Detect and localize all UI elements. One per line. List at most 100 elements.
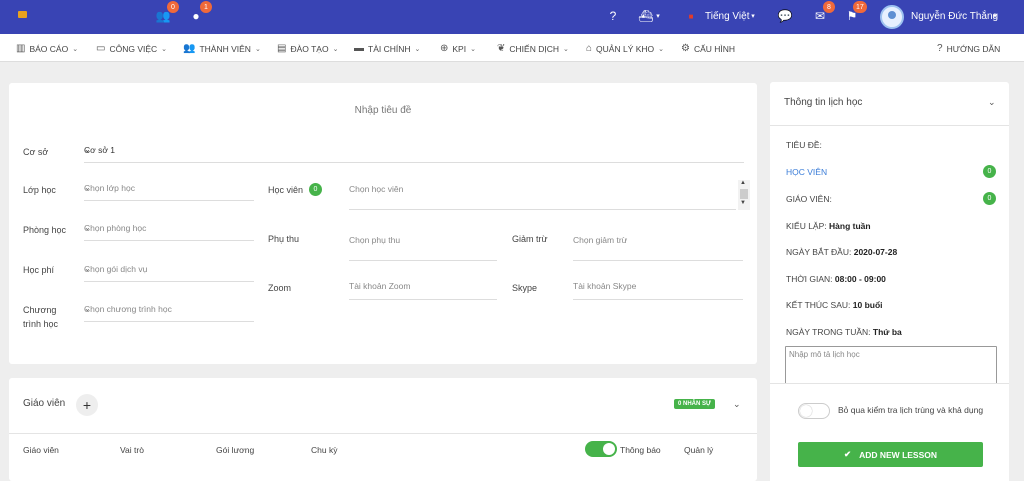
phu-thu-select[interactable]: Chọn phụ thu: [349, 231, 497, 261]
menu-cong-viec[interactable]: ▭ CÔNG VIỆC ⌄: [96, 43, 167, 54]
add-teacher-button[interactable]: +: [76, 394, 98, 416]
lop-hoc-select[interactable]: Chọn lớp học ⌄: [84, 179, 254, 201]
zoom-label: Zoom: [268, 283, 292, 293]
chevron-down-icon[interactable]: ⌄: [988, 97, 996, 108]
target-icon: ⊕: [440, 43, 449, 54]
board-icon: ▤: [277, 43, 287, 54]
hoc-phi-select[interactable]: Chọn gói dịch vụ ⌄: [84, 260, 254, 282]
vietnam-flag-icon: ■: [688, 11, 694, 21]
menu-chien-dich[interactable]: ❦ CHIẾN DỊCH ⌄: [497, 43, 569, 54]
chuong-trinh-label-2: trình học: [23, 319, 59, 329]
chevron-down-icon[interactable]: ▾: [746, 9, 760, 23]
phu-thu-label: Phụ thu: [268, 234, 300, 244]
staff-count-badge: 0 NHÂN SỰ: [674, 399, 715, 409]
hoc-vien-label: Học viên: [268, 185, 304, 195]
phong-hoc-label: Phòng học: [23, 225, 67, 235]
messages-icon[interactable]: 💬: [778, 9, 793, 23]
menu-bao-cao[interactable]: ▥ BÁO CÁO ⌄: [16, 43, 78, 54]
kieu-lap-value: Hàng tuần: [829, 221, 871, 231]
info-ngay-bat-dau: NGÀY BẮT ĐẦU: 2020-07-28: [786, 247, 897, 257]
col-giao-vien: Giáo viên: [23, 445, 59, 455]
giam-tru-placeholder: Chọn giảm trừ: [573, 235, 628, 245]
chevron-down-icon: ⌄: [332, 45, 339, 53]
info-tieu-de: TIÊU ĐỀ:: [786, 140, 822, 150]
hoc-vien-count-badge: 0: [983, 165, 996, 178]
menu-cau-hinh[interactable]: ⚙ CẤU HÌNH: [681, 43, 735, 54]
language-selector[interactable]: Tiếng Việt: [705, 11, 749, 22]
description-textarea[interactable]: Nhập mô tả lịch học: [785, 346, 997, 384]
menu-quan-ly-kho[interactable]: ⌂ QUẢN LÝ KHO ⌄: [586, 43, 664, 54]
divider: [770, 125, 1009, 126]
giao-vien-count-badge: 0: [983, 192, 996, 205]
chevron-down-icon: ⌄: [84, 145, 91, 154]
teacher-card: Giáo viên + 0 NHÂN SỰ ⌄ Giáo viên Vai tr…: [9, 378, 757, 481]
menu-label: ĐÀO TẠO: [290, 43, 329, 54]
chart-icon: ▥: [16, 43, 26, 54]
skype-input[interactable]: Tài khoản Skype: [573, 277, 743, 300]
chevron-down-icon[interactable]: ⌄: [733, 399, 741, 410]
flag-badge: 17: [853, 1, 867, 13]
menu-help[interactable]: ? HƯỚNG DẪN: [937, 43, 1000, 54]
schedule-info-card: Thông tin lịch học ⌄ TIÊU ĐỀ: HỌC VIÊN 0…: [770, 82, 1009, 481]
co-so-select[interactable]: Cơ sở 1 ⌄: [84, 141, 744, 163]
app-logo[interactable]: [18, 11, 27, 18]
menu-tai-chinh[interactable]: ▬ TÀI CHÍNH ⌄: [354, 43, 420, 54]
chuong-trinh-select[interactable]: Chọn chương trình học ⌄: [84, 300, 254, 322]
ngay-bat-dau-value: 2020-07-28: [853, 247, 898, 257]
hoc-vien-select[interactable]: Chọn học viên: [349, 180, 736, 210]
hoc-phi-label: Học phí: [23, 265, 55, 275]
menu-label: KPI: [452, 43, 467, 54]
info-hoc-vien-link[interactable]: HỌC VIÊN: [786, 167, 827, 177]
side-footer: Bỏ qua kiểm tra lịch trùng và khả dụng ✔…: [770, 383, 1009, 481]
menu-thanh-vien[interactable]: 👥 THÀNH VIÊN ⌄: [183, 43, 261, 54]
ket-thuc-label: KẾT THÚC SAU:: [786, 300, 851, 310]
info-giao-vien: GIÁO VIÊN:: [786, 194, 832, 204]
chevron-down-icon[interactable]: ▾: [651, 9, 665, 23]
info-kieu-lap: KIỂU LẶP: Hàng tuần: [786, 221, 871, 231]
menu-dao-tao[interactable]: ▤ ĐÀO TẠO ⌄: [277, 43, 338, 54]
giam-tru-select[interactable]: Chọn giảm trừ: [573, 231, 743, 261]
skype-placeholder: Tài khoản Skype: [573, 281, 637, 291]
title-input[interactable]: Nhập tiêu đề: [9, 105, 757, 116]
top-bar: 👥 0 ● 1 ? ⛴ ▾ ■ Tiếng Việt ▾ 💬 ✉ 8 ⚑ 17 …: [0, 0, 1024, 34]
scrollbar[interactable]: ▲ ▼: [738, 180, 750, 210]
info-ket-thuc: KẾT THÚC SAU: 10 buổi: [786, 300, 883, 310]
divider: [9, 433, 757, 434]
info-thoi-gian: THỜI GIAN: 08:00 - 09:00: [786, 274, 886, 284]
menu-label: CẤU HÌNH: [693, 43, 736, 54]
plus-icon: +: [82, 397, 92, 413]
help-icon[interactable]: ?: [606, 9, 620, 23]
chevron-down-icon: ⌄: [470, 45, 476, 53]
chevron-down-icon[interactable]: ▾: [988, 9, 1002, 23]
thoi-gian-label: THỜI GIAN:: [786, 274, 833, 284]
thoi-gian-value: 08:00 - 09:00: [834, 274, 886, 284]
phong-hoc-select[interactable]: Chọn phòng học ⌄: [84, 219, 254, 241]
add-new-lesson-button[interactable]: ✔ ADD NEW LESSON: [798, 442, 983, 467]
menu-kpi[interactable]: ⊕ KPI ⌄: [440, 43, 476, 54]
teacher-title: Giáo viên: [23, 398, 66, 409]
ngay-trong-tuan-value: Thứ ba: [872, 327, 902, 337]
chevron-down-icon: ⌄: [84, 264, 91, 273]
menu-label: TÀI CHÍNH: [368, 43, 411, 54]
team-badge: 0: [167, 1, 179, 13]
zoom-input[interactable]: Tài khoản Zoom: [349, 277, 497, 300]
skype-label: Skype: [512, 283, 538, 293]
chevron-down-icon: ⌄: [658, 45, 665, 53]
menu-label: CHIẾN DỊCH: [509, 43, 559, 54]
chevron-down-icon: ⌄: [72, 45, 79, 53]
lop-hoc-label: Lớp học: [23, 185, 56, 195]
menu-bar: ▥ BÁO CÁO ⌄ ▭ CÔNG VIỆC ⌄ 👥 THÀNH VIÊN ⌄…: [0, 34, 1024, 62]
leaf-icon: ❦: [497, 43, 506, 54]
scroll-up-icon[interactable]: ▲: [740, 180, 746, 186]
hoc-vien-placeholder: Chọn học viên: [349, 184, 404, 194]
chevron-down-icon: ⌄: [254, 45, 261, 53]
scroll-thumb[interactable]: [740, 189, 748, 199]
avatar[interactable]: [880, 5, 904, 29]
menu-label: BÁO CÁO: [29, 43, 69, 54]
notification-toggle[interactable]: [585, 441, 617, 457]
scroll-down-icon[interactable]: ▼: [740, 200, 746, 206]
menu-label: HƯỚNG DẪN: [946, 43, 1001, 54]
skip-check-toggle[interactable]: [798, 403, 830, 419]
chevron-down-icon: ⌄: [84, 304, 91, 313]
user-name[interactable]: Nguyễn Đức Thắng: [911, 11, 998, 22]
